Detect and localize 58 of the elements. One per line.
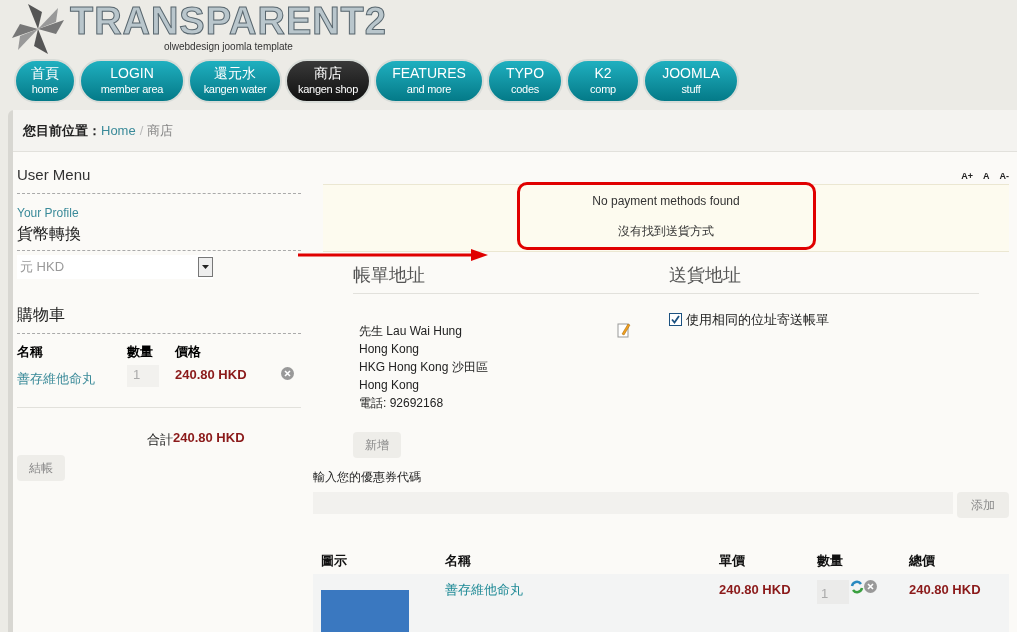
font-size-link[interactable]: A [983, 170, 990, 184]
column-header: 數量 [817, 552, 844, 571]
remove-icon[interactable] [281, 367, 294, 380]
pinwheel-logo-icon [10, 2, 66, 56]
address-line: Hong Kong [359, 341, 421, 358]
nav-tab[interactable]: K2 comp [566, 59, 640, 103]
product-link[interactable]: 善存維他命丸 [445, 580, 719, 632]
section-heading: 送貨地址 [669, 262, 979, 294]
nav-tab[interactable]: JOOMLA stuff [643, 59, 739, 103]
nav-tab[interactable]: TYPO codes [487, 59, 563, 103]
profile-link[interactable]: Your Profile [17, 203, 301, 222]
add-address-button[interactable]: 新增 [353, 432, 401, 458]
column-header: 總價 [909, 552, 936, 571]
currency-select[interactable]: 元 HKD [17, 254, 213, 279]
nav-tab[interactable]: LOGIN member area [79, 59, 185, 103]
sidebar-heading: User Menu [17, 152, 301, 194]
product-link[interactable]: 善存維他命丸 [17, 369, 127, 389]
address-line: 先生 Lau Wai Hung [359, 323, 463, 340]
logo-tagline: olwebdesign joomla template [163, 41, 293, 53]
column-header: 價格 [175, 342, 202, 361]
font-size-link[interactable]: A- [999, 170, 1009, 184]
nav-tab[interactable]: 首頁 home [14, 59, 76, 103]
total-label: 合計 [147, 430, 173, 449]
sidebar-heading: 貨幣轉換 [17, 221, 301, 251]
message-text: 沒有找到送貨方式 [618, 223, 714, 240]
address-line: Hong Kong [359, 377, 421, 394]
price-text: 240.80 HKD [909, 581, 982, 599]
nav-tab[interactable]: 商店 kangen shop [285, 59, 371, 103]
checkbox[interactable] [669, 313, 682, 327]
total-price: 240.80 HKD [173, 428, 245, 445]
breadcrumb-separator: / [139, 121, 144, 140]
breadcrumb-current: 商店 [147, 121, 174, 140]
checkbox-label: 使用相同的位址寄送帳單 [686, 311, 829, 329]
column-header: 名稱 [445, 552, 472, 571]
add-coupon-button[interactable]: 添加 [957, 492, 1009, 518]
price-text: 240.80 HKD [175, 366, 248, 384]
address-line: 電話: 92692168 [359, 395, 445, 412]
checkout-button[interactable]: 結帳 [17, 455, 65, 481]
nav-tab[interactable]: FEATURES and more [374, 59, 484, 103]
breadcrumb-label: 您目前位置： [23, 121, 101, 140]
address-line: HKG Hong Kong 沙田區 [359, 359, 489, 376]
price-text: 240.80 HKD [719, 581, 792, 599]
refresh-icon[interactable] [850, 580, 864, 594]
remove-icon[interactable] [864, 580, 877, 593]
font-size-link[interactable]: A+ [961, 170, 973, 184]
edit-icon[interactable] [617, 322, 631, 338]
sidebar-heading: 購物車 [17, 302, 301, 334]
column-header: 單價 [719, 552, 746, 571]
nav-tab[interactable]: 還元水 kangen water [188, 59, 282, 103]
breadcrumb-link[interactable]: Home [101, 120, 136, 141]
section-heading: 帳單地址 [353, 262, 669, 294]
message-text: No payment methods found [592, 193, 740, 210]
logo-title: TRANSPARENT2 [70, 1, 387, 41]
coupon-label: 輸入您的優惠券代碼 [313, 469, 422, 486]
quantity-field[interactable]: 1 [127, 365, 159, 387]
column-header: 圖示 [321, 552, 348, 571]
column-header: 名稱 [17, 342, 44, 361]
column-header: 數量 [127, 342, 154, 361]
